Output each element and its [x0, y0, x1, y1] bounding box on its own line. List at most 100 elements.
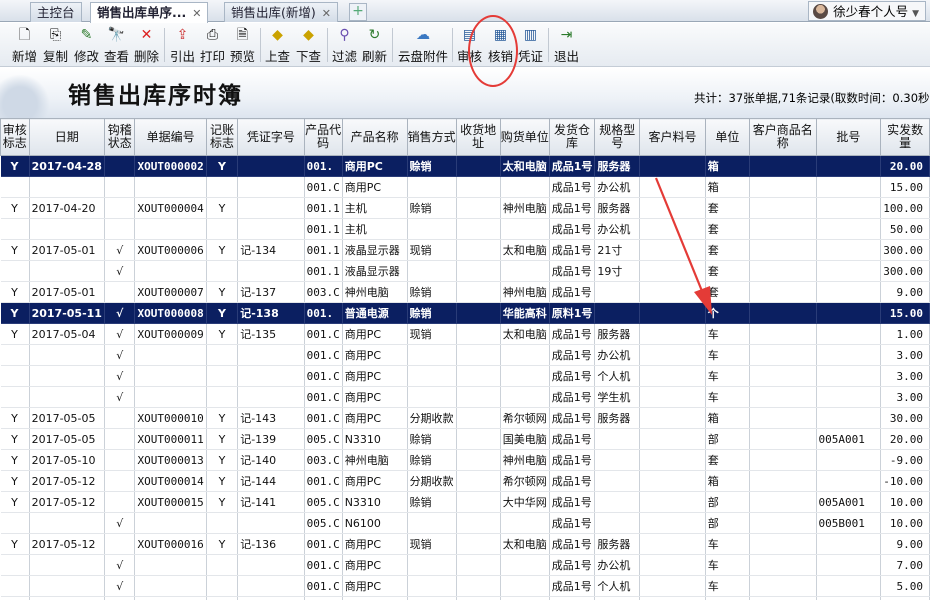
table-row[interactable]: Y 2017-05-10 XOUT000013 Y 记-140 003.C 神州电脑 赊销 神州… — [0, 449, 930, 471]
table-cell: 成品1号 — [549, 344, 596, 366]
table-row[interactable] — [0, 596, 930, 600]
close-icon[interactable]: ✕ — [322, 4, 331, 23]
table-cell — [639, 155, 706, 177]
table-cell: 车 — [705, 365, 751, 387]
table-cell — [407, 554, 457, 576]
table-cell: √ — [104, 323, 136, 345]
avatar — [813, 4, 829, 19]
column-header[interactable]: 销售方式 — [406, 118, 457, 156]
table-row[interactable]: √ 001.C 商用PC 成品1号 办公机 车 7.00 — [0, 554, 930, 576]
column-header[interactable]: 发货仓库 — [548, 118, 596, 156]
table-cell — [407, 218, 457, 240]
delete-button[interactable]: ✕ 删除 — [134, 26, 159, 65]
view-button[interactable]: 🔭 查看 — [104, 26, 129, 65]
audit-button[interactable]: ▤ 审核 — [457, 26, 482, 65]
table-row[interactable]: Y 2017-05-12 XOUT000014 Y 记-144 001.C 商用PC 分期收款… — [0, 470, 930, 492]
table-row[interactable]: √ 001.C 商用PC 成品1号 学生机 车 3.00 — [0, 386, 930, 408]
table-cell: 服务器 — [594, 323, 641, 345]
table-cell: 办公机 — [594, 554, 641, 576]
table-row[interactable]: Y 2017-05-05 XOUT000011 Y 记-139 005.C N3310 赊销国… — [0, 428, 930, 450]
copy-button[interactable]: ⎘ 复制 — [43, 26, 68, 65]
table-cell — [104, 176, 136, 198]
table-cell: 005.C — [304, 428, 343, 450]
table-cell: Y — [206, 302, 239, 324]
table-cell: XOUT000004 — [134, 197, 207, 219]
column-header[interactable]: 日期 — [28, 118, 105, 156]
table-cell: Y — [0, 449, 30, 471]
column-header[interactable]: 实发数量 — [880, 118, 930, 156]
user-menu[interactable]: 徐少春个人号 ▼ — [808, 1, 926, 21]
tab-console[interactable]: 主控台 — [30, 2, 82, 22]
table-cell: 商用PC — [342, 176, 408, 198]
table-cell — [0, 596, 30, 600]
preview-button[interactable]: 🗎 预览 — [230, 26, 255, 65]
table-cell: 2017-05-11 — [29, 302, 105, 324]
column-header[interactable]: 客户料号 — [639, 118, 706, 156]
table-row[interactable]: √ 001.1 液晶显示器 成品1号 19寸 套 300.00 — [0, 260, 930, 282]
export-button[interactable]: ⇪ 引出 — [170, 26, 195, 65]
table-row[interactable]: √ 001.C 商用PC 成品1号 办公机 车 3.00 — [0, 344, 930, 366]
data-grid[interactable]: 审核标志 日期 钩稽状态 单据编号 记账标志 凭证字号 产品代码 产品名称 销售方式 收货地址 购货… — [0, 118, 930, 600]
table-cell — [134, 176, 207, 198]
table-cell — [456, 197, 501, 219]
table-row[interactable]: 001.C 商用PC 成品1号 办公机 箱 15.00 — [0, 176, 930, 198]
query-down-button[interactable]: ◆ 下查 — [296, 26, 321, 65]
table-row[interactable]: 001.1 主机 成品1号 办公机 套 50.00 — [0, 218, 930, 240]
verify-button[interactable]: ▦ 核销 — [488, 26, 513, 65]
exit-button[interactable]: ⇥ 退出 — [554, 26, 579, 65]
table-cell — [749, 197, 817, 219]
column-header[interactable]: 产品代码 — [303, 118, 343, 156]
table-row[interactable]: Y 2017-05-01 √ XOUT000006 Y 记-134 001.1 液晶显示器 现销… — [0, 239, 930, 261]
table-cell — [816, 575, 882, 597]
toolbar-separator — [452, 28, 453, 62]
column-header[interactable]: 凭证字号 — [237, 118, 305, 156]
cloud-attachment-button[interactable]: ☁ 云盘附件 — [398, 26, 448, 65]
table-row-selected[interactable]: Y 2017-04-28 XOUT000002 Y 001. 商用PC 赊销 太和电脑 成品1号… — [0, 155, 930, 177]
column-header[interactable]: 产品名称 — [341, 118, 408, 156]
column-header[interactable]: 收货地址 — [455, 118, 501, 156]
table-row[interactable]: √ 001.C 商用PC 成品1号 个人机 车 5.00 — [0, 575, 930, 597]
new-button[interactable]: 🗋 新增 — [12, 26, 37, 65]
tab-sales-outbound-journal[interactable]: 销售出库单序... ✕ — [90, 2, 209, 23]
edit-button[interactable]: ✎ 修改 — [74, 26, 99, 65]
refresh-button[interactable]: ↻ 刷新 — [362, 26, 387, 65]
voucher-button[interactable]: ▥ 凭证 — [518, 26, 543, 65]
table-row[interactable]: Y 2017-05-04 √ XOUT000009 Y 记-135 001.C 商用PC 现销太… — [0, 323, 930, 345]
table-row[interactable]: Y 2017-05-12 XOUT000016 Y 记-136 001.C 商用PC 现销 太和… — [0, 533, 930, 555]
table-cell: 成品1号 — [549, 428, 596, 450]
table-cell: 成品1号 — [549, 512, 596, 534]
refresh-icon: ↻ — [368, 27, 381, 43]
column-header[interactable]: 规格型号 — [594, 118, 641, 156]
column-header[interactable]: 单位 — [704, 118, 751, 156]
column-header[interactable]: 钩稽状态 — [103, 118, 136, 156]
table-cell — [500, 260, 550, 282]
column-header[interactable]: 批号 — [815, 118, 882, 156]
column-header[interactable]: 记账标志 — [205, 118, 239, 156]
table-cell: 成品1号 — [549, 491, 596, 513]
table-cell: 成品1号 — [549, 260, 596, 282]
add-tab-icon[interactable]: + — [349, 3, 367, 21]
table-cell — [816, 323, 882, 345]
table-row[interactable]: Y 2017-05-05 XOUT000010 Y 记-143 001.C 商用PC 分期收款… — [0, 407, 930, 429]
column-header[interactable]: 审核标志 — [0, 118, 30, 156]
table-row[interactable]: Y 2017-04-20 XOUT000004 Y 001.1 主机 赊销 神州电脑 成品1号服… — [0, 197, 930, 219]
table-row[interactable]: Y 2017-05-12 XOUT000015 Y 记-141 005.C N3310 赊销大… — [0, 491, 930, 513]
column-header[interactable]: 单据编号 — [134, 118, 207, 156]
table-cell: Y — [206, 470, 239, 492]
close-icon[interactable]: ✕ — [192, 4, 201, 23]
print-button[interactable]: ⎙ 打印 — [200, 26, 225, 65]
column-header[interactable]: 客户商品名称 — [749, 118, 817, 156]
table-row-selected[interactable]: Y 2017-05-11 √ XOUT000008 Y 记-138 001. 普通电源 赊销 华能… — [0, 302, 930, 324]
table-row[interactable]: Y 2017-05-01 XOUT000007 Y 记-137 003.C 神州电脑 赊销 神州… — [0, 281, 930, 303]
query-up-button[interactable]: ◆ 上查 — [265, 26, 290, 65]
table-cell: 希尔顿网 — [500, 470, 550, 492]
table-row[interactable]: √ 005.C N6100 成品1号 部 005B001 10.00 — [0, 512, 930, 534]
table-cell — [456, 386, 501, 408]
tab-sales-outbound-new[interactable]: 销售出库(新增) ✕ — [224, 2, 338, 22]
table-cell — [749, 344, 817, 366]
filter-button[interactable]: ⚲ 过滤 — [332, 26, 357, 65]
table-cell — [749, 281, 817, 303]
column-header[interactable]: 购货单位 — [499, 118, 550, 156]
table-row[interactable]: √ 001.C 商用PC 成品1号 个人机 车 3.00 — [0, 365, 930, 387]
table-cell — [639, 344, 706, 366]
